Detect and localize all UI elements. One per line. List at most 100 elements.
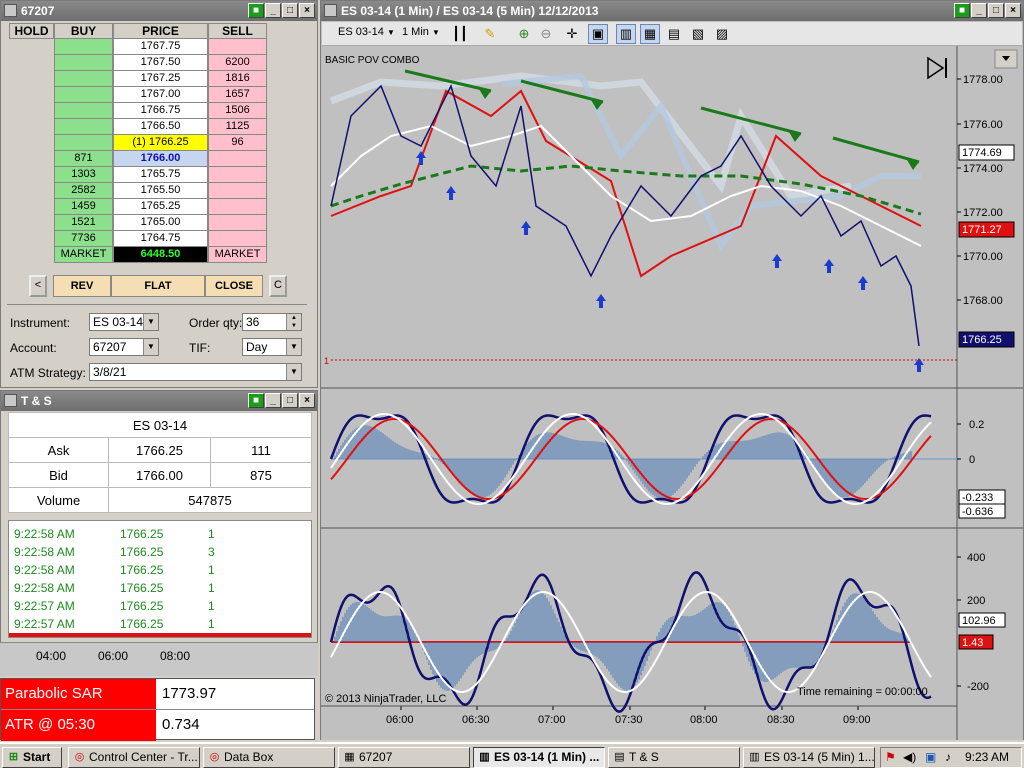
dom-titlebar[interactable]: 67207 ■ _ □ × [1,1,317,21]
sell-cell[interactable] [208,151,267,167]
minimize-button[interactable]: _ [265,393,281,408]
taskbar-item[interactable]: ◎ Control Center - Tr... [68,747,200,768]
hold-header[interactable]: HOLD [9,23,54,39]
bars-icon[interactable]: ┃┃ [450,24,470,44]
ts-titlebar[interactable]: T & S ■ _ □ × [1,391,317,411]
chevron-down-icon[interactable]: ▼ [143,314,158,330]
sell-cell[interactable] [208,167,267,183]
templates-icon[interactable]: ▧ [688,24,708,44]
buy-cell[interactable]: 1303 [54,167,113,183]
zoom-out-icon[interactable]: ⊖ [536,24,556,44]
ask-price: 1766.25 [108,437,211,463]
buy-market-button[interactable]: MARKET [54,247,113,263]
maximize-button[interactable]: □ [282,3,298,18]
buy-cell[interactable] [54,71,113,87]
close-position-button[interactable]: CLOSE [205,275,263,297]
chevron-down-icon: ▼ [431,28,440,37]
network-icon[interactable]: ⚑ [885,750,896,764]
sell-cell[interactable] [208,199,267,215]
sell-cell[interactable] [208,183,267,199]
tif-select[interactable]: Day ▼ [242,338,302,356]
dom-ladder: HOLD BUY PRICE SELL 1767.75 1767.50 6200 17… [9,23,267,263]
data-box-icon[interactable]: ▣ [588,24,608,44]
monitor-icon[interactable]: ▣ [925,750,936,764]
sell-cell[interactable]: 1657 [208,87,267,103]
ts-quote-table: ES 03-14 Ask 1766.25 111 Bid 1766.00 875 Vol… [8,412,312,513]
sell-cell[interactable]: 6200 [208,55,267,71]
minimize-button[interactable]: _ [971,3,987,18]
account-select[interactable]: 67207 ▼ [89,338,159,356]
toolbar-instrument[interactable]: ES 03-14 ▼ [338,26,395,38]
sell-cell[interactable]: 1125 [208,119,267,135]
dom-ladder-row: 1303 1765.75 [9,167,267,183]
instrument-select[interactable]: ES 03-14 ▼ [89,313,159,331]
start-button[interactable]: ⊞ Start [2,747,62,768]
sell-market-button[interactable]: MARKET [208,247,267,263]
atm-select[interactable]: 3/8/21 ▼ [89,363,302,381]
strategies-icon[interactable]: ▦ [640,24,660,44]
sell-cell[interactable]: 96 [208,135,267,151]
link-icon[interactable]: ■ [954,3,970,18]
minimize-button[interactable]: _ [265,3,281,18]
chart-titlebar[interactable]: ES 03-14 (1 Min) / ES 03-14 (5 Min) 12/1… [321,1,1023,21]
properties-icon[interactable]: ▤ [664,24,684,44]
ts-trade-list[interactable]: 9:22:58 AM 1766.25 1 9:22:58 AM 1766.25 3 9:22… [8,520,312,638]
crosshair-icon[interactable]: ✛ [562,24,582,44]
buy-cell[interactable] [54,119,113,135]
link-icon[interactable]: ■ [248,393,264,408]
dom-button-row: < REV FLAT CLOSE C [29,275,287,297]
buy-cell[interactable]: 871 [54,151,113,167]
zoom-in-icon[interactable]: ⊕ [514,24,534,44]
instrument-value: ES 03-14 [93,315,144,329]
buy-cell[interactable]: 7736 [54,231,113,247]
sell-cell[interactable] [208,231,267,247]
prev-button[interactable]: < [29,275,47,297]
taskbar-item[interactable]: ◎ Data Box [203,747,335,768]
close-button[interactable]: × [1005,3,1021,18]
taskbar-item-label: Control Center - Tr... [89,750,198,764]
volume-icon[interactable]: ◀) [903,750,916,764]
chevron-down-icon[interactable]: ▼ [143,339,158,355]
hold-cell [9,135,54,151]
sell-cell[interactable]: 1506 [208,103,267,119]
windows-logo-icon: ⊞ [8,751,19,763]
share-icon[interactable]: ▨ [712,24,732,44]
chart-menu-icon[interactable] [994,49,1018,69]
taskbar-item[interactable]: ▤ T & S [608,747,740,768]
taskbar-item[interactable]: ▦ 67207 [338,747,470,768]
order-qty-label: Order qty: [189,316,243,330]
buy-cell[interactable]: 1459 [54,199,113,215]
buy-cell[interactable] [54,135,113,151]
chevron-down-icon[interactable]: ▼ [286,364,301,380]
toolbar-interval[interactable]: 1 Min ▼ [402,26,440,38]
buy-cell[interactable] [54,55,113,71]
buy-cell[interactable] [54,87,113,103]
flatten-button[interactable]: FLAT [111,275,205,297]
toolbar-interval-label: 1 Min [402,26,429,38]
chart-area[interactable]: 1778.00 1776.00 1774.00 1772.00 1770.00 1768.… [321,46,1023,740]
chevron-down-icon[interactable]: ▼ [286,339,301,355]
pencil-icon[interactable]: ✎ [480,24,500,44]
close-button[interactable]: × [299,3,315,18]
spin-icon[interactable]: ▲ ▼ [286,314,301,330]
maximize-button[interactable]: □ [988,3,1004,18]
order-qty-field[interactable]: 36 ▲ ▼ [242,313,302,331]
hold-cell [9,39,54,55]
buy-cell[interactable] [54,103,113,119]
taskbar-item[interactable]: ▥ ES 03-14 (1 Min) ... [473,747,605,768]
close-button[interactable]: × [299,393,315,408]
indicators-icon[interactable]: ▥ [616,24,636,44]
link-icon[interactable]: ■ [248,3,264,18]
maximize-button[interactable]: □ [282,393,298,408]
speaker-icon[interactable]: ♪ [945,750,951,764]
sell-cell[interactable]: 1816 [208,71,267,87]
buy-cell[interactable]: 2582 [54,183,113,199]
ts-trade-row: 9:22:58 AM 1766.25 1 [14,579,311,597]
taskbar-item[interactable]: ▥ ES 03-14 (5 Min) 1... [743,747,875,768]
reverse-button[interactable]: REV [53,275,111,297]
buy-cell[interactable] [54,39,113,55]
sell-cell[interactable] [208,215,267,231]
c-button[interactable]: C [269,275,287,297]
buy-cell[interactable]: 1521 [54,215,113,231]
sell-cell[interactable] [208,39,267,55]
